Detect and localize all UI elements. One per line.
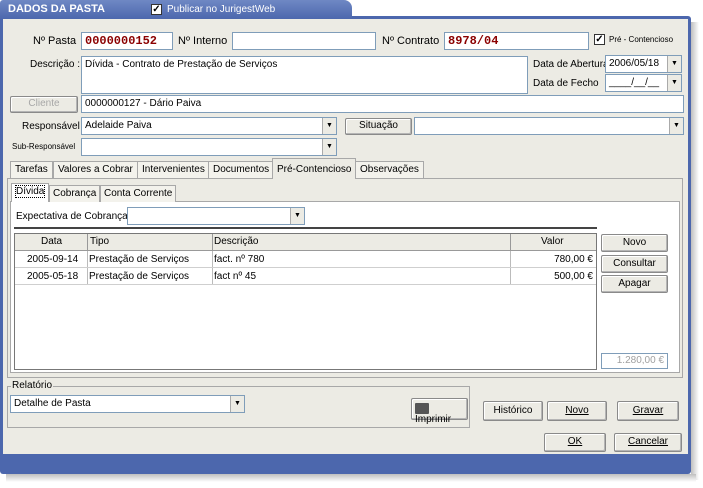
cell-valor: 500,00 € bbox=[554, 271, 593, 282]
cancelar-button[interactable]: Cancelar bbox=[614, 433, 682, 452]
responsavel-select[interactable]: Adelaide Paiva ▼ bbox=[81, 117, 337, 135]
interno-label: Nº Interno bbox=[178, 35, 228, 47]
column-header-data[interactable]: Data bbox=[41, 236, 62, 247]
imprimir-button[interactable]: Imprimir bbox=[411, 398, 468, 425]
relatorio-select[interactable]: Detalhe de Pasta ▼ bbox=[10, 395, 245, 413]
chevron-down-icon[interactable]: ▼ bbox=[669, 118, 683, 134]
divida-table[interactable]: Data Tipo Descrição Valor 2005-09-14 Pre… bbox=[14, 233, 597, 370]
imprimir-label: Imprimir bbox=[415, 414, 452, 426]
pre-contencioso-checkbox[interactable]: ✓ bbox=[594, 34, 605, 45]
responsavel-label: Responsável bbox=[22, 121, 80, 132]
window-shadow bbox=[691, 22, 699, 480]
fecho-field[interactable]: ____/__/__ ▼ bbox=[605, 74, 682, 92]
situacao-select[interactable]: ▼ bbox=[414, 117, 684, 135]
column-header-valor[interactable]: Valor bbox=[541, 236, 564, 247]
novo-label: Novo bbox=[565, 405, 589, 416]
cell-separator bbox=[87, 268, 88, 284]
cell-separator bbox=[212, 251, 213, 267]
contrato-label: Nº Contrato bbox=[382, 35, 440, 47]
ok-button[interactable]: OK bbox=[544, 433, 606, 452]
novo-button[interactable]: Novo bbox=[547, 401, 607, 421]
tab-intervenientes[interactable]: Intervenientes bbox=[137, 161, 210, 178]
window-title: DADOS DA PASTA bbox=[8, 3, 105, 15]
fecho-value: ____/__/__ bbox=[609, 77, 660, 88]
column-header-descricao[interactable]: Descrição bbox=[214, 236, 258, 247]
cliente-button[interactable]: Cliente bbox=[10, 96, 78, 113]
cell-data: 2005-05-18 bbox=[27, 271, 79, 282]
ok-label: OK bbox=[567, 436, 583, 447]
chevron-down-icon[interactable]: ▼ bbox=[667, 75, 681, 91]
tab-observacoes[interactable]: Observações bbox=[355, 161, 424, 178]
chevron-down-icon[interactable]: ▼ bbox=[290, 208, 304, 224]
column-separator[interactable] bbox=[212, 234, 213, 250]
tab-documentos[interactable]: Documentos bbox=[208, 161, 275, 178]
historico-button[interactable]: Histórico bbox=[483, 401, 543, 421]
abertura-value: 2006/05/18 bbox=[609, 58, 660, 69]
table-row[interactable]: 2005-09-14 Prestação de Serviços fact. n… bbox=[15, 251, 596, 268]
chevron-down-icon[interactable]: ▼ bbox=[322, 118, 336, 134]
expectativa-select[interactable]: ▼ bbox=[127, 207, 305, 225]
subtab-cobranca[interactable]: Cobrança bbox=[49, 185, 101, 202]
cell-tipo: Prestação de Serviços bbox=[89, 271, 190, 282]
expectativa-label: Expectativa de Cobrança bbox=[16, 211, 128, 222]
cell-descricao: fact nº 45 bbox=[214, 271, 257, 282]
descricao-textarea[interactable]: Dívida - Contrato de Prestação de Serviç… bbox=[81, 56, 528, 94]
column-separator[interactable] bbox=[510, 234, 511, 250]
printer-icon bbox=[415, 403, 429, 414]
fecho-label: Data de Fecho bbox=[533, 78, 599, 89]
column-header-tipo[interactable]: Tipo bbox=[90, 236, 109, 247]
tab-tarefas[interactable]: Tarefas bbox=[10, 161, 53, 178]
contrato-field[interactable]: 8978/04 bbox=[444, 32, 589, 50]
cell-tipo: Prestação de Serviços bbox=[89, 254, 190, 265]
pasta-label: Nº Pasta bbox=[33, 35, 77, 47]
responsavel-value: Adelaide Paiva bbox=[85, 120, 152, 131]
publish-label: Publicar no JurigestWeb bbox=[167, 4, 276, 15]
sub-responsavel-label: Sub-Responsável bbox=[12, 142, 76, 151]
cell-descricao: fact. nº 780 bbox=[214, 254, 265, 265]
chevron-down-icon[interactable]: ▼ bbox=[667, 56, 681, 72]
cliente-field[interactable]: 0000000127 - Dário Paiva bbox=[81, 95, 684, 113]
column-separator[interactable] bbox=[87, 234, 88, 250]
gravar-label: Gravar bbox=[632, 405, 664, 416]
cell-separator bbox=[87, 251, 88, 267]
cell-separator bbox=[510, 268, 511, 284]
cell-data: 2005-09-14 bbox=[27, 254, 79, 265]
consultar-button[interactable]: Consultar bbox=[601, 255, 668, 273]
total-field: 1.280,00 € bbox=[601, 353, 668, 369]
relatorio-value: Detalhe de Pasta bbox=[14, 398, 91, 409]
cancelar-label: Cancelar bbox=[627, 436, 669, 447]
pre-contencioso-label: Pré - Contencioso bbox=[609, 35, 674, 44]
subtab-divida-label: Dívida bbox=[15, 185, 46, 198]
publish-checkbox[interactable]: ✓ bbox=[151, 4, 162, 15]
table-row[interactable]: 2005-05-18 Prestação de Serviços fact nº… bbox=[15, 268, 596, 285]
cell-valor: 780,00 € bbox=[554, 254, 593, 265]
pasta-field[interactable]: 0000000152 bbox=[81, 32, 173, 50]
subtab-conta-corrente[interactable]: Conta Corrente bbox=[100, 185, 177, 202]
cell-separator bbox=[212, 268, 213, 284]
relatorio-label: Relatório bbox=[11, 380, 54, 391]
cell-separator bbox=[510, 251, 511, 267]
sub-responsavel-select[interactable]: ▼ bbox=[81, 138, 337, 156]
subtab-divida[interactable]: Dívida bbox=[11, 183, 50, 202]
chevron-down-icon[interactable]: ▼ bbox=[322, 139, 336, 155]
table-header: Data Tipo Descrição Valor bbox=[15, 234, 596, 251]
gravar-button[interactable]: Gravar bbox=[617, 401, 679, 421]
divider bbox=[14, 227, 597, 229]
tab-pre-contencioso[interactable]: Pré-Contencioso bbox=[272, 158, 357, 179]
novo-row-button[interactable]: Novo bbox=[601, 234, 668, 252]
window-shadow bbox=[6, 474, 696, 482]
tab-valores-a-cobrar[interactable]: Valores a Cobrar bbox=[53, 161, 138, 178]
situacao-button[interactable]: Situação bbox=[345, 118, 412, 135]
apagar-button[interactable]: Apagar bbox=[601, 275, 668, 293]
interno-field[interactable] bbox=[232, 32, 376, 50]
chevron-down-icon[interactable]: ▼ bbox=[230, 396, 244, 412]
descricao-label: Descrição : bbox=[30, 59, 81, 70]
abertura-label: Data de Abertura bbox=[533, 59, 609, 70]
abertura-field[interactable]: 2006/05/18 ▼ bbox=[605, 55, 682, 73]
